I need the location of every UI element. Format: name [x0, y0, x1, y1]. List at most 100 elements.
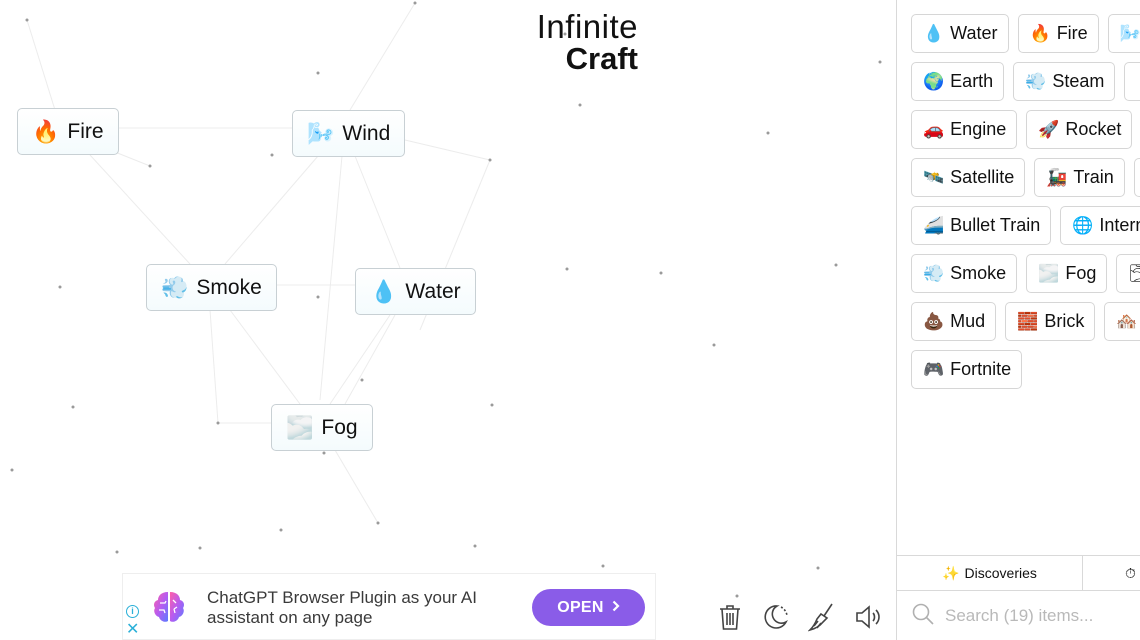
rocket-icon: 🚀: [1038, 119, 1060, 139]
logo-line-2: Craft: [565, 41, 638, 76]
stopwatch-icon: ⏱: [1125, 564, 1136, 581]
bullet-train-icon: 🚄: [923, 215, 945, 235]
canvas-node-water[interactable]: 💧 Water: [355, 268, 476, 315]
wind-icon: 🌬️: [307, 120, 335, 146]
item-label: Engine: [950, 119, 1007, 139]
chevron-right-icon: [612, 599, 620, 617]
item-cutoff[interactable]: [1133, 158, 1140, 197]
item-earth[interactable]: 🌍 Earth: [911, 62, 1005, 101]
item-label: Bullet Train: [950, 215, 1041, 235]
search-icon: [911, 602, 935, 631]
item-brick[interactable]: 🧱 Brick: [1005, 302, 1096, 341]
item-water[interactable]: 💧 Water: [911, 14, 1009, 53]
item-cutoff[interactable]: 🏘️: [1104, 302, 1140, 341]
item-label: Fog: [1065, 263, 1097, 283]
item-wind[interactable]: 🌬️Wind: [1107, 14, 1140, 53]
item-mud[interactable]: 💩 Mud: [911, 302, 997, 341]
water-drop-icon: 💧: [370, 278, 398, 304]
smoke-icon: 💨: [923, 263, 945, 283]
ad-info-icon[interactable]: i: [126, 605, 139, 618]
item-rocket[interactable]: 🚀 Rocket: [1026, 110, 1133, 149]
earth-globe-icon: 🌍: [923, 71, 945, 91]
item-label: Rocket: [1065, 119, 1122, 139]
app-root: 🔥 Fire 🌬️ Wind 💨 Smoke 💧 Water 🌫️ Fog In…: [0, 0, 1140, 640]
item-label: Mud: [950, 311, 986, 331]
moon-icon[interactable]: [762, 600, 790, 634]
crafting-canvas[interactable]: 🔥 Fire 🌬️ Wind 💨 Smoke 💧 Water 🌫️ Fog In…: [0, 0, 896, 640]
item-steam[interactable]: 💨 Steam: [1013, 62, 1116, 101]
trash-icon[interactable]: [716, 600, 744, 634]
node-label: Fire: [67, 119, 104, 143]
item-cutoff[interactable]: 🌫: [1116, 254, 1140, 293]
speaker-icon[interactable]: [854, 600, 882, 634]
items-row: 🚗 Engine 🚀 Rocket: [911, 110, 1140, 149]
canvas-node-fire[interactable]: 🔥 Fire: [17, 108, 119, 155]
ad-open-button[interactable]: OPEN: [532, 589, 645, 626]
game-controller-icon: 🎮: [923, 359, 945, 379]
item-label: Satellite: [950, 167, 1015, 187]
item-fortnite[interactable]: 🎮 Fortnite: [911, 350, 1023, 389]
train-icon: 🚂: [1046, 167, 1068, 187]
fire-icon: 🔥: [1029, 23, 1051, 43]
item-label: Water: [950, 23, 998, 43]
sparkles-icon: ✨: [942, 564, 960, 581]
items-row: 🛰️ Satellite 🚂 Train: [911, 158, 1140, 197]
mud-icon: 💩: [923, 311, 945, 331]
item-engine[interactable]: 🚗 Engine: [911, 110, 1018, 149]
items-row: 🚄Bullet Train 🌐Internet: [911, 206, 1140, 245]
node-label: Wind: [342, 121, 391, 145]
smoke-icon: 💨: [161, 274, 189, 300]
items-row: 💧Water 🔥Fire 🌬️Wind: [911, 14, 1140, 53]
background-lines: [10, 1, 882, 598]
items-row: 🎮 Fortnite: [911, 350, 1140, 389]
item-label: Internet: [1099, 215, 1140, 235]
node-label: Smoke: [196, 275, 262, 299]
item-bullet-train[interactable]: 🚄 Bullet Train: [911, 206, 1052, 245]
item-label: Earth: [950, 71, 994, 91]
canvas-node-smoke[interactable]: 💨 Smoke: [146, 264, 277, 311]
ad-text: ChatGPT Browser Plugin as your AI assist…: [207, 588, 477, 627]
wind-icon: 🌬️: [1119, 23, 1140, 43]
search-input[interactable]: [945, 606, 1135, 626]
item-label: Brick: [1044, 311, 1085, 331]
brick-icon: 🧱: [1017, 311, 1039, 331]
item-label: Fire: [1056, 23, 1088, 43]
water-drop-icon: 💧: [923, 23, 945, 43]
item-satellite[interactable]: 🛰️ Satellite: [911, 158, 1026, 197]
broom-icon[interactable]: [808, 600, 836, 634]
fog-icon: 🌫️: [1038, 263, 1060, 283]
item-train[interactable]: 🚂 Train: [1034, 158, 1125, 197]
canvas-node-wind[interactable]: 🌬️ Wind: [292, 110, 406, 157]
canvas-toolbar: [716, 600, 882, 634]
sidebar: 💧Water 🔥Fire 🌬️Wind 🌍Earth 💨Steam 🚗Engin…: [896, 0, 1140, 640]
item-smoke[interactable]: 💨 Smoke: [911, 254, 1018, 293]
steam-icon: 💨: [1025, 71, 1047, 91]
fog-icon: 🌫️: [286, 414, 314, 440]
canvas-node-fog[interactable]: 🌫️ Fog: [271, 404, 373, 451]
item-label: Steam: [1052, 71, 1105, 91]
item-fog[interactable]: 🌫️ Fog: [1026, 254, 1108, 293]
items-list: 💧Water 🔥Fire 🌬️Wind 🌍Earth 💨Steam 🚗Engin…: [911, 14, 1140, 398]
item-internet[interactable]: 🌐Internet: [1060, 206, 1140, 245]
node-label: Water: [405, 279, 461, 303]
open-label: OPEN: [557, 598, 604, 616]
globe-meridians-icon: 🌐: [1072, 215, 1094, 235]
cloud-icon: 🌫: [1128, 264, 1140, 284]
ad-close-icon[interactable]: ✕: [126, 622, 139, 638]
tab-discoveries[interactable]: ✨ Discoveries: [897, 556, 1083, 590]
items-row: 💩 Mud 🧱 Brick 🏘️: [911, 302, 1140, 341]
item-label: Fortnite: [950, 359, 1012, 379]
search-bar: [897, 592, 1140, 640]
tab-sort-time[interactable]: ⏱: [1083, 556, 1140, 590]
tab-label: Discoveries: [964, 565, 1037, 581]
node-label: Fog: [321, 415, 358, 439]
item-cutoff[interactable]: [1124, 62, 1140, 101]
advertisement-banner[interactable]: i ✕ ChatGPT Browser Plugin as your AI as…: [122, 573, 656, 640]
sidebar-tabs: ✨ Discoveries ⏱: [897, 555, 1140, 591]
items-row: 💨Smoke 🌫️Fog 🌫: [911, 254, 1140, 293]
infinite-craft-logo: Infinite Craft: [537, 10, 638, 74]
items-row: 🌍 Earth 💨 Steam: [911, 62, 1140, 101]
brain-logo-icon: [154, 592, 184, 622]
item-fire[interactable]: 🔥 Fire: [1017, 14, 1099, 53]
item-label: Train: [1073, 167, 1114, 187]
